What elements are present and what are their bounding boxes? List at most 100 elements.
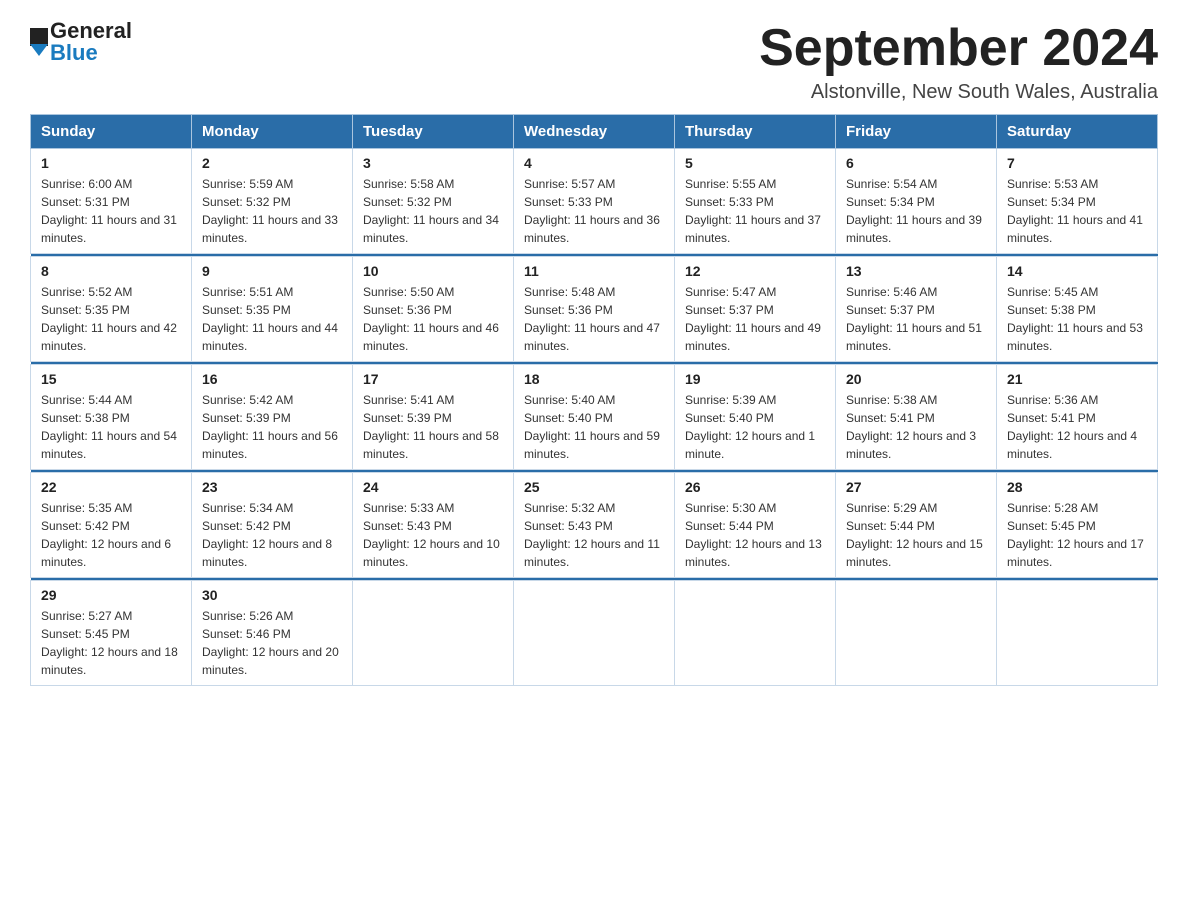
- day-number: 4: [524, 155, 664, 171]
- calendar-cell: 2 Sunrise: 5:59 AMSunset: 5:32 PMDayligh…: [192, 149, 353, 254]
- logo-icon: [30, 28, 48, 56]
- calendar-cell: [675, 581, 836, 686]
- day-info: Sunrise: 5:48 AMSunset: 5:36 PMDaylight:…: [524, 285, 660, 353]
- day-number: 13: [846, 263, 986, 279]
- day-info: Sunrise: 5:30 AMSunset: 5:44 PMDaylight:…: [685, 501, 822, 569]
- day-number: 12: [685, 263, 825, 279]
- calendar-cell: [836, 581, 997, 686]
- calendar-cell: 29 Sunrise: 5:27 AMSunset: 5:45 PMDaylig…: [31, 581, 192, 686]
- calendar-cell: 11 Sunrise: 5:48 AMSunset: 5:36 PMDaylig…: [514, 257, 675, 362]
- day-number: 22: [41, 479, 181, 495]
- day-number: 7: [1007, 155, 1147, 171]
- day-number: 25: [524, 479, 664, 495]
- calendar-cell: 1 Sunrise: 6:00 AMSunset: 5:31 PMDayligh…: [31, 149, 192, 254]
- day-number: 2: [202, 155, 342, 171]
- day-number: 15: [41, 371, 181, 387]
- day-number: 28: [1007, 479, 1147, 495]
- day-info: Sunrise: 5:36 AMSunset: 5:41 PMDaylight:…: [1007, 393, 1137, 461]
- logo-line1: General: [50, 20, 132, 42]
- calendar-cell: 25 Sunrise: 5:32 AMSunset: 5:43 PMDaylig…: [514, 473, 675, 578]
- day-number: 27: [846, 479, 986, 495]
- calendar-week-1: 1 Sunrise: 6:00 AMSunset: 5:31 PMDayligh…: [31, 149, 1158, 254]
- calendar-cell: 20 Sunrise: 5:38 AMSunset: 5:41 PMDaylig…: [836, 365, 997, 470]
- calendar-cell: 10 Sunrise: 5:50 AMSunset: 5:36 PMDaylig…: [353, 257, 514, 362]
- calendar-cell: 27 Sunrise: 5:29 AMSunset: 5:44 PMDaylig…: [836, 473, 997, 578]
- title-area: September 2024 Alstonville, New South Wa…: [759, 20, 1158, 104]
- calendar-cell: 18 Sunrise: 5:40 AMSunset: 5:40 PMDaylig…: [514, 365, 675, 470]
- calendar-cell: 15 Sunrise: 5:44 AMSunset: 5:38 PMDaylig…: [31, 365, 192, 470]
- day-info: Sunrise: 5:52 AMSunset: 5:35 PMDaylight:…: [41, 285, 177, 353]
- day-number: 5: [685, 155, 825, 171]
- day-info: Sunrise: 5:51 AMSunset: 5:35 PMDaylight:…: [202, 285, 338, 353]
- col-friday: Friday: [836, 115, 997, 149]
- day-number: 6: [846, 155, 986, 171]
- calendar-cell: 3 Sunrise: 5:58 AMSunset: 5:32 PMDayligh…: [353, 149, 514, 254]
- day-info: Sunrise: 5:35 AMSunset: 5:42 PMDaylight:…: [41, 501, 171, 569]
- calendar-cell: 17 Sunrise: 5:41 AMSunset: 5:39 PMDaylig…: [353, 365, 514, 470]
- day-info: Sunrise: 5:39 AMSunset: 5:40 PMDaylight:…: [685, 393, 815, 461]
- calendar-cell: 16 Sunrise: 5:42 AMSunset: 5:39 PMDaylig…: [192, 365, 353, 470]
- calendar-cell: 4 Sunrise: 5:57 AMSunset: 5:33 PMDayligh…: [514, 149, 675, 254]
- calendar-cell: 5 Sunrise: 5:55 AMSunset: 5:33 PMDayligh…: [675, 149, 836, 254]
- day-number: 11: [524, 263, 664, 279]
- day-info: Sunrise: 5:59 AMSunset: 5:32 PMDaylight:…: [202, 177, 338, 245]
- header-row: Sunday Monday Tuesday Wednesday Thursday…: [31, 115, 1158, 149]
- day-number: 3: [363, 155, 503, 171]
- day-info: Sunrise: 5:47 AMSunset: 5:37 PMDaylight:…: [685, 285, 821, 353]
- day-number: 30: [202, 587, 342, 603]
- calendar-cell: 28 Sunrise: 5:28 AMSunset: 5:45 PMDaylig…: [997, 473, 1158, 578]
- day-number: 8: [41, 263, 181, 279]
- day-info: Sunrise: 5:44 AMSunset: 5:38 PMDaylight:…: [41, 393, 177, 461]
- calendar-table: Sunday Monday Tuesday Wednesday Thursday…: [30, 114, 1158, 686]
- day-number: 9: [202, 263, 342, 279]
- day-info: Sunrise: 5:46 AMSunset: 5:37 PMDaylight:…: [846, 285, 982, 353]
- calendar-cell: 19 Sunrise: 5:39 AMSunset: 5:40 PMDaylig…: [675, 365, 836, 470]
- day-info: Sunrise: 5:26 AMSunset: 5:46 PMDaylight:…: [202, 609, 339, 677]
- day-info: Sunrise: 5:41 AMSunset: 5:39 PMDaylight:…: [363, 393, 499, 461]
- calendar-cell: 22 Sunrise: 5:35 AMSunset: 5:42 PMDaylig…: [31, 473, 192, 578]
- col-thursday: Thursday: [675, 115, 836, 149]
- day-number: 21: [1007, 371, 1147, 387]
- day-number: 19: [685, 371, 825, 387]
- day-info: Sunrise: 5:54 AMSunset: 5:34 PMDaylight:…: [846, 177, 982, 245]
- day-info: Sunrise: 5:42 AMSunset: 5:39 PMDaylight:…: [202, 393, 338, 461]
- day-number: 10: [363, 263, 503, 279]
- day-info: Sunrise: 5:34 AMSunset: 5:42 PMDaylight:…: [202, 501, 332, 569]
- calendar-week-2: 8 Sunrise: 5:52 AMSunset: 5:35 PMDayligh…: [31, 257, 1158, 362]
- calendar-cell: 8 Sunrise: 5:52 AMSunset: 5:35 PMDayligh…: [31, 257, 192, 362]
- calendar-week-5: 29 Sunrise: 5:27 AMSunset: 5:45 PMDaylig…: [31, 581, 1158, 686]
- calendar-cell: 7 Sunrise: 5:53 AMSunset: 5:34 PMDayligh…: [997, 149, 1158, 254]
- col-sunday: Sunday: [31, 115, 192, 149]
- day-number: 1: [41, 155, 181, 171]
- day-info: Sunrise: 5:27 AMSunset: 5:45 PMDaylight:…: [41, 609, 178, 677]
- day-number: 14: [1007, 263, 1147, 279]
- day-info: Sunrise: 5:28 AMSunset: 5:45 PMDaylight:…: [1007, 501, 1144, 569]
- day-info: Sunrise: 5:53 AMSunset: 5:34 PMDaylight:…: [1007, 177, 1143, 245]
- day-number: 24: [363, 479, 503, 495]
- calendar-cell: 6 Sunrise: 5:54 AMSunset: 5:34 PMDayligh…: [836, 149, 997, 254]
- day-number: 23: [202, 479, 342, 495]
- day-number: 17: [363, 371, 503, 387]
- calendar-week-4: 22 Sunrise: 5:35 AMSunset: 5:42 PMDaylig…: [31, 473, 1158, 578]
- location-title: Alstonville, New South Wales, Australia: [759, 81, 1158, 104]
- calendar-cell: 24 Sunrise: 5:33 AMSunset: 5:43 PMDaylig…: [353, 473, 514, 578]
- day-number: 29: [41, 587, 181, 603]
- calendar-cell: [353, 581, 514, 686]
- day-info: Sunrise: 5:58 AMSunset: 5:32 PMDaylight:…: [363, 177, 499, 245]
- col-saturday: Saturday: [997, 115, 1158, 149]
- day-info: Sunrise: 5:50 AMSunset: 5:36 PMDaylight:…: [363, 285, 499, 353]
- col-wednesday: Wednesday: [514, 115, 675, 149]
- page-header: General Blue September 2024 Alstonville,…: [30, 20, 1158, 104]
- day-info: Sunrise: 5:38 AMSunset: 5:41 PMDaylight:…: [846, 393, 976, 461]
- calendar-cell: 12 Sunrise: 5:47 AMSunset: 5:37 PMDaylig…: [675, 257, 836, 362]
- calendar-cell: 23 Sunrise: 5:34 AMSunset: 5:42 PMDaylig…: [192, 473, 353, 578]
- logo: General Blue: [30, 20, 132, 64]
- day-info: Sunrise: 6:00 AMSunset: 5:31 PMDaylight:…: [41, 177, 177, 245]
- day-number: 18: [524, 371, 664, 387]
- day-number: 26: [685, 479, 825, 495]
- calendar-cell: [997, 581, 1158, 686]
- calendar-cell: 9 Sunrise: 5:51 AMSunset: 5:35 PMDayligh…: [192, 257, 353, 362]
- logo-line2: Blue: [50, 42, 132, 64]
- month-title: September 2024: [759, 20, 1158, 77]
- calendar-cell: 14 Sunrise: 5:45 AMSunset: 5:38 PMDaylig…: [997, 257, 1158, 362]
